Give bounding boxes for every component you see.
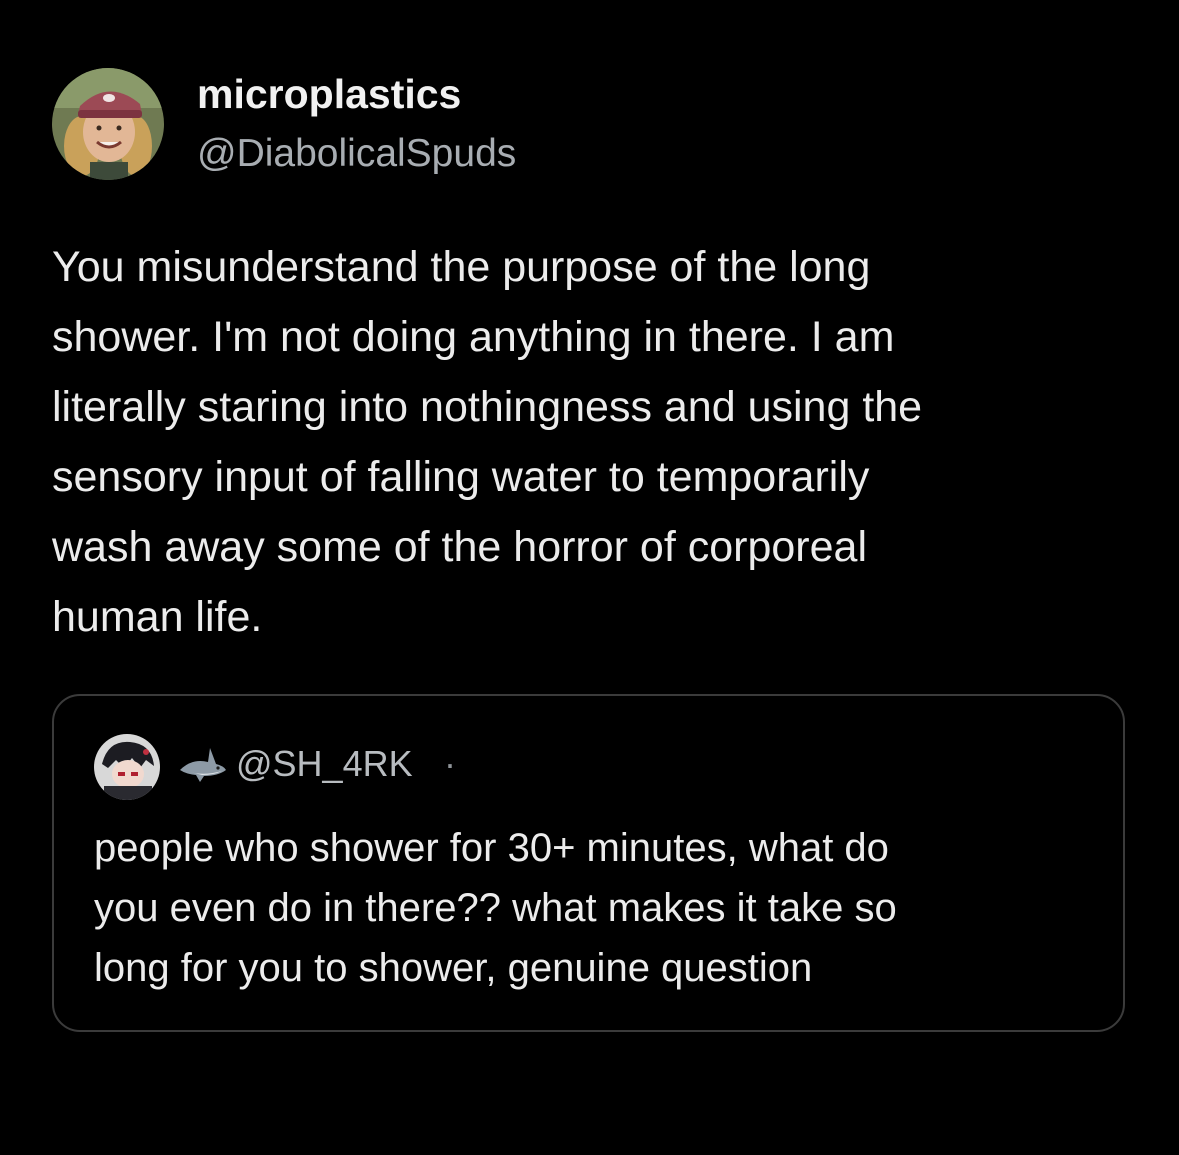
quoted-tweet-body-line: people who shower for 30+ minutes, what … bbox=[94, 826, 889, 870]
meta-separator: · bbox=[444, 743, 456, 784]
quoted-tweet-card[interactable]: @SH_4RK · people who shower for 30+ minu… bbox=[52, 694, 1125, 1032]
tweet-body-line: You misunderstand the purpose of the lon… bbox=[52, 243, 871, 291]
tweet-container: microplastics @DiabolicalSpuds You misun… bbox=[0, 0, 1179, 1155]
author-display-name[interactable]: microplastics bbox=[197, 70, 461, 118]
tweet-body-line: shower. I'm not doing anything in there.… bbox=[52, 313, 895, 361]
profile-photo-icon bbox=[94, 734, 160, 800]
profile-photo-icon bbox=[52, 68, 164, 180]
tweet-body-line: human life. bbox=[52, 593, 263, 641]
quoted-tweet-body-line: you even do in there?? what makes it tak… bbox=[94, 886, 897, 930]
tweet-body-line: wash away some of the horror of corporea… bbox=[52, 523, 868, 571]
author-handle[interactable]: @DiabolicalSpuds bbox=[197, 131, 516, 177]
quoted-author-avatar[interactable] bbox=[94, 734, 160, 800]
shark-icon bbox=[178, 742, 228, 786]
quoted-tweet-body: people who shower for 30+ minutes, what … bbox=[94, 818, 1104, 998]
tweet-body: You misunderstand the purpose of the lon… bbox=[52, 232, 1162, 652]
author-avatar[interactable] bbox=[52, 68, 164, 180]
quoted-tweet-body-line: long for you to shower, genuine question bbox=[94, 946, 813, 990]
tweet-body-line: literally staring into nothingness and u… bbox=[52, 383, 923, 431]
quoted-author-handle[interactable]: @SH_4RK bbox=[236, 742, 413, 786]
tweet-body-line: sensory input of falling water to tempor… bbox=[52, 453, 870, 501]
